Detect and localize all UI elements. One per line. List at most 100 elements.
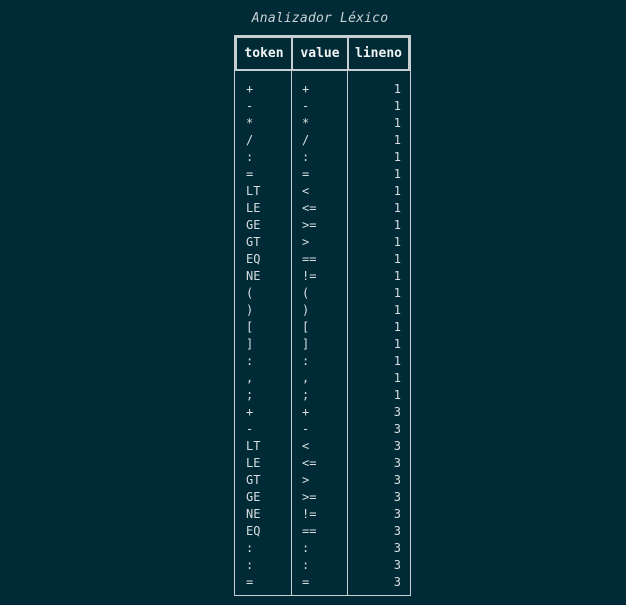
value-cell: != bbox=[302, 507, 317, 521]
token-cell: ( bbox=[246, 286, 254, 300]
lineno-cell: 3 bbox=[393, 490, 401, 504]
value-cell: < bbox=[302, 184, 310, 198]
column-header-lineno: lineno bbox=[348, 36, 410, 69]
table-row: * * 1 bbox=[235, 115, 410, 132]
token-cell: + bbox=[246, 82, 254, 96]
lineno-cell: 1 bbox=[393, 201, 401, 215]
table-row: GT >1 bbox=[235, 234, 410, 251]
column-header-value: value bbox=[292, 36, 348, 69]
lineno-cell: 1 bbox=[393, 82, 401, 96]
value-cell: : bbox=[302, 354, 310, 368]
table-row: GE >= 3 bbox=[235, 489, 410, 506]
value-cell: : bbox=[302, 541, 310, 555]
token-cell: GE bbox=[246, 490, 261, 504]
table-row: + +1 bbox=[235, 81, 410, 98]
value-cell: ; bbox=[302, 388, 310, 402]
table-row: ( (1 bbox=[235, 285, 410, 302]
lineno-cell: 1 bbox=[393, 269, 401, 283]
token-cell: GE bbox=[246, 218, 261, 232]
table-row: ,, 1 bbox=[235, 370, 410, 387]
lineno-cell: 3 bbox=[393, 422, 401, 436]
value-cell: [ bbox=[302, 320, 310, 334]
value-cell: == bbox=[302, 524, 317, 538]
lineno-cell: 3 bbox=[393, 558, 401, 572]
table-row: :: 1 bbox=[235, 353, 410, 370]
value-cell: > bbox=[302, 473, 310, 487]
lineno-cell: 3 bbox=[393, 575, 401, 589]
lineno-cell: 1 bbox=[393, 218, 401, 232]
token-cell: = bbox=[246, 167, 254, 181]
value-cell: = bbox=[302, 167, 310, 181]
value-cell: > bbox=[302, 235, 310, 249]
table-row: GT >3 bbox=[235, 472, 410, 489]
token-cell: [ bbox=[246, 320, 254, 334]
token-cell: EQ bbox=[246, 252, 261, 266]
table-row: NE != 3 bbox=[235, 506, 410, 523]
table-row: GE >= 1 bbox=[235, 217, 410, 234]
lineno-cell: 1 bbox=[393, 99, 401, 113]
value-cell: , bbox=[302, 371, 310, 385]
value-cell: * bbox=[302, 116, 310, 130]
table-row: :: 3 bbox=[235, 557, 410, 574]
lineno-cell: 1 bbox=[393, 184, 401, 198]
lineno-cell: 1 bbox=[393, 167, 401, 181]
lineno-cell: 3 bbox=[393, 524, 401, 538]
lineno-cell: 3 bbox=[393, 541, 401, 555]
lexer-table: token value lineno + +1- -1 * * 1//1::1 = = 1 LT <… bbox=[234, 35, 411, 596]
lineno-cell: 1 bbox=[393, 252, 401, 266]
lineno-cell: 1 bbox=[393, 337, 401, 351]
table-row: LT <1 bbox=[235, 183, 410, 200]
token-cell: LE bbox=[246, 456, 261, 470]
token-cell: : bbox=[246, 541, 254, 555]
token-cell: GT bbox=[246, 235, 261, 249]
value-cell: >= bbox=[302, 490, 317, 504]
lineno-cell: 1 bbox=[393, 286, 401, 300]
table-row: EQ == 1 bbox=[235, 251, 410, 268]
value-cell: = bbox=[302, 575, 310, 589]
lineno-cell: 1 bbox=[393, 320, 401, 334]
token-cell: LT bbox=[246, 439, 261, 453]
table-row: - - 1 bbox=[235, 98, 410, 115]
value-cell: == bbox=[302, 252, 317, 266]
lineno-cell: 1 bbox=[393, 303, 401, 317]
token-cell: EQ bbox=[246, 524, 261, 538]
value-cell: + bbox=[302, 82, 310, 96]
token-cell: : bbox=[246, 558, 254, 572]
lineno-cell: 3 bbox=[393, 405, 401, 419]
value-cell: >= bbox=[302, 218, 317, 232]
lineno-cell: 1 bbox=[393, 116, 401, 130]
lineno-cell: 1 bbox=[393, 133, 401, 147]
value-cell: ( bbox=[302, 286, 310, 300]
token-cell: = bbox=[246, 575, 254, 589]
token-cell: NE bbox=[246, 269, 261, 283]
table-row: + +3 bbox=[235, 404, 410, 421]
token-cell: NE bbox=[246, 507, 261, 521]
table-row: = = 1 bbox=[235, 166, 410, 183]
table-body: + +1- -1 * * 1//1::1 = = 1 LT <1 LE <= 1 GE >= 1 GT >1 EQ ==… bbox=[235, 81, 410, 591]
value-cell: != bbox=[302, 269, 317, 283]
table-row: [ [1 bbox=[235, 319, 410, 336]
lineno-cell: 1 bbox=[393, 388, 401, 402]
lineno-cell: 3 bbox=[393, 439, 401, 453]
token-cell: / bbox=[246, 133, 254, 147]
table-row: ]] 1 bbox=[235, 336, 410, 353]
token-cell: : bbox=[246, 354, 254, 368]
token-cell: - bbox=[246, 422, 254, 436]
table-row: / / 1 bbox=[235, 132, 410, 149]
table-row: :: 3 bbox=[235, 540, 410, 557]
table-row: NE != 1 bbox=[235, 268, 410, 285]
value-cell: + bbox=[302, 405, 310, 419]
token-cell: ) bbox=[246, 303, 254, 317]
value-cell: / bbox=[302, 133, 310, 147]
table-row: EQ == 3 bbox=[235, 523, 410, 540]
token-cell: + bbox=[246, 405, 254, 419]
token-cell: , bbox=[246, 371, 254, 385]
value-cell: <= bbox=[302, 456, 317, 470]
token-cell: ; bbox=[246, 388, 254, 402]
column-header-token: token bbox=[235, 36, 292, 69]
table-row: LE <= 3 bbox=[235, 455, 410, 472]
token-cell: GT bbox=[246, 473, 261, 487]
table-row: ;; 1 bbox=[235, 387, 410, 404]
value-cell: - bbox=[302, 422, 310, 436]
value-cell: < bbox=[302, 439, 310, 453]
